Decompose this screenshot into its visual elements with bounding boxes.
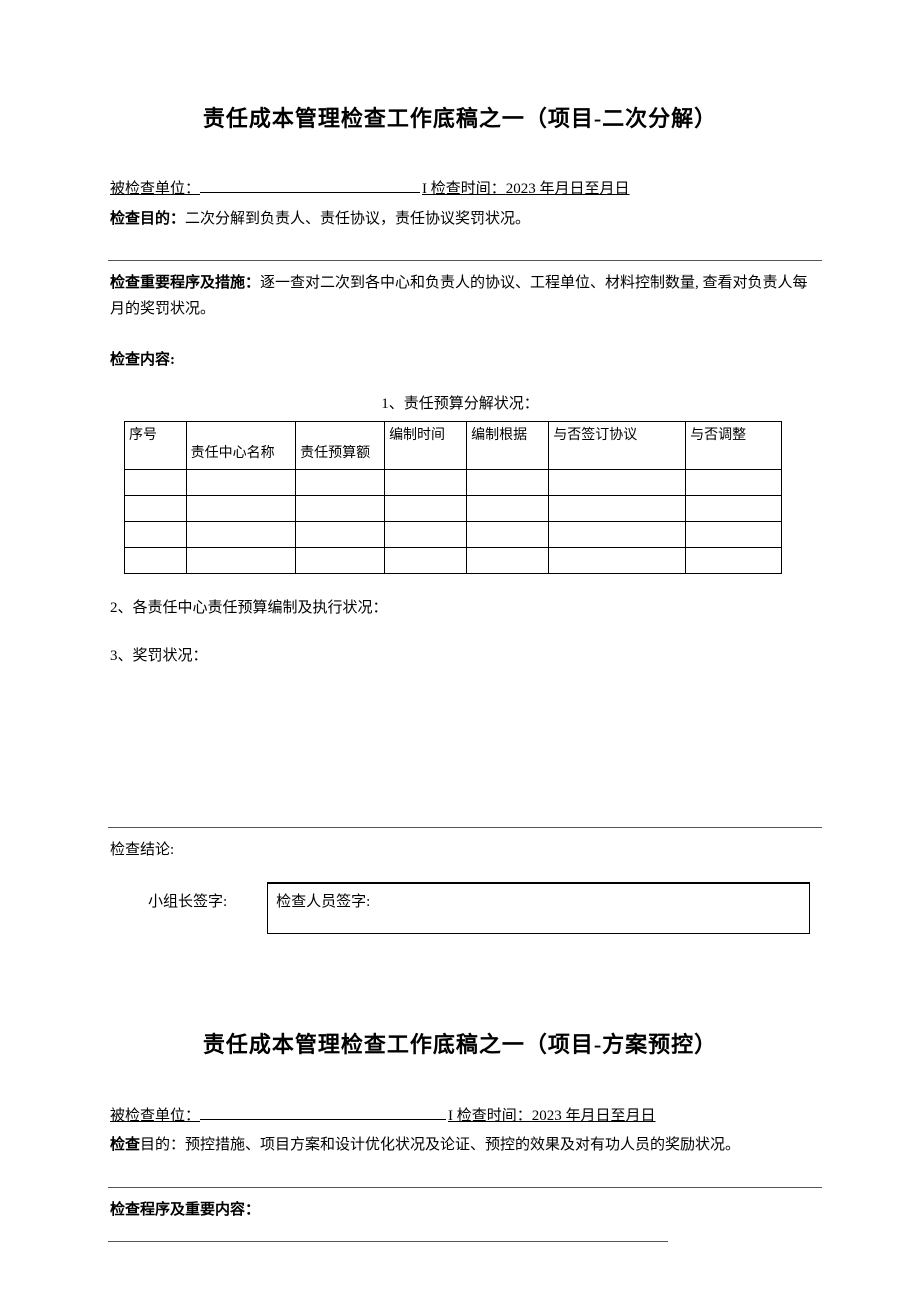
section1-title: 责任成本管理检查工作底稿之一（项目-二次分解）: [110, 100, 810, 137]
unit-label: 被检查单位：: [110, 177, 200, 203]
item-2: 2、各责任中心责任预算编制及执行状况：: [110, 596, 810, 622]
unit-row: 被检查单位： I 检查时间： 2023 年月日至月日: [110, 175, 810, 203]
th-seq: 序号: [125, 422, 187, 470]
section2-title: 责任成本管理检查工作底稿之一（项目-方案预控）: [110, 1026, 810, 1063]
purpose-row-2: 检查目的：预控措施、项目方案和设计优化状况及论证、预控的效果及对有功人员的奖励状…: [110, 1133, 810, 1159]
time-value-2: 2023 年月日至月日: [532, 1104, 656, 1130]
purpose-row: 检查目的：二次分解到负责人、责任协议，责任协议奖罚状况。: [110, 207, 810, 233]
sign-inspector-box: 检查人员签字:: [267, 882, 810, 935]
purpose-text: 二次分解到负责人、责任协议，责任协议奖罚状况。: [185, 211, 530, 227]
section-2: 责任成本管理检查工作底稿之一（项目-方案预控） 被检查单位： I 检查时间： 2…: [110, 1026, 810, 1242]
divider-3: [108, 1187, 822, 1188]
signature-row: 小组长签字: 检查人员签字:: [110, 882, 810, 935]
procedure-row: 检查重要程序及措施：逐一查对二次到各中心和负责人的协议、工程单位、材料控制数量,…: [110, 271, 810, 322]
time-value: 2023 年月日至月日: [506, 177, 630, 203]
item-3: 3、奖罚状况：: [110, 644, 810, 670]
unit-label-2: 被检查单位：: [110, 1104, 200, 1130]
unit-row-2: 被检查单位： I 检查时间： 2023 年月日至月日: [110, 1102, 810, 1130]
unit-blank: [200, 175, 420, 193]
conclusion-label: 检查结论:: [110, 838, 810, 864]
section-1: 责任成本管理检查工作底稿之一（项目-二次分解） 被检查单位： I 检查时间： 2…: [110, 100, 810, 934]
table-caption: 1、责任预算分解状况：: [110, 392, 810, 418]
th-compile-time: 编制时间: [385, 422, 467, 470]
spacer: [110, 669, 810, 799]
table-row: [125, 522, 782, 548]
th-signed: 与否签订协议: [549, 422, 686, 470]
th-compile-basis: 编制根据: [467, 422, 549, 470]
th-adjusted: 与否调整: [686, 422, 782, 470]
time-label: I 检查时间：: [422, 177, 506, 203]
th-center-name: 责任中心名称: [186, 422, 296, 470]
sign-inspector-label: 检查人员签字:: [276, 894, 370, 910]
procedure-label-2: 检查程序及重要内容：: [110, 1198, 810, 1224]
table-header-row: 序号 责任中心名称 责任预算额 编制时间 编制根据 与否签订协议 与否调整: [125, 422, 782, 470]
th-budget-amount: 责任预算额: [296, 422, 385, 470]
sign-leader-label: 小组长签字:: [110, 882, 267, 935]
budget-table: 序号 责任中心名称 责任预算额 编制时间 编制根据 与否签订协议 与否调整: [124, 421, 782, 574]
purpose-text-2: 目的：预控措施、项目方案和设计优化状况及论证、预控的效果及对有功人员的奖励状况。: [140, 1137, 740, 1153]
divider-1: [108, 260, 822, 261]
table-row: [125, 548, 782, 574]
content-label: 检查内容:: [110, 348, 810, 374]
divider-4: [108, 1241, 668, 1242]
table-row: [125, 496, 782, 522]
table-row: [125, 470, 782, 496]
unit-blank-2: [200, 1102, 446, 1120]
divider-2: [108, 827, 822, 828]
purpose-label: 检查目的：: [110, 211, 185, 227]
time-label-2: I 检查时间：: [448, 1104, 532, 1130]
procedure-label: 检查重要程序及措施：: [110, 275, 260, 291]
purpose-label-2: 检查: [110, 1137, 140, 1153]
